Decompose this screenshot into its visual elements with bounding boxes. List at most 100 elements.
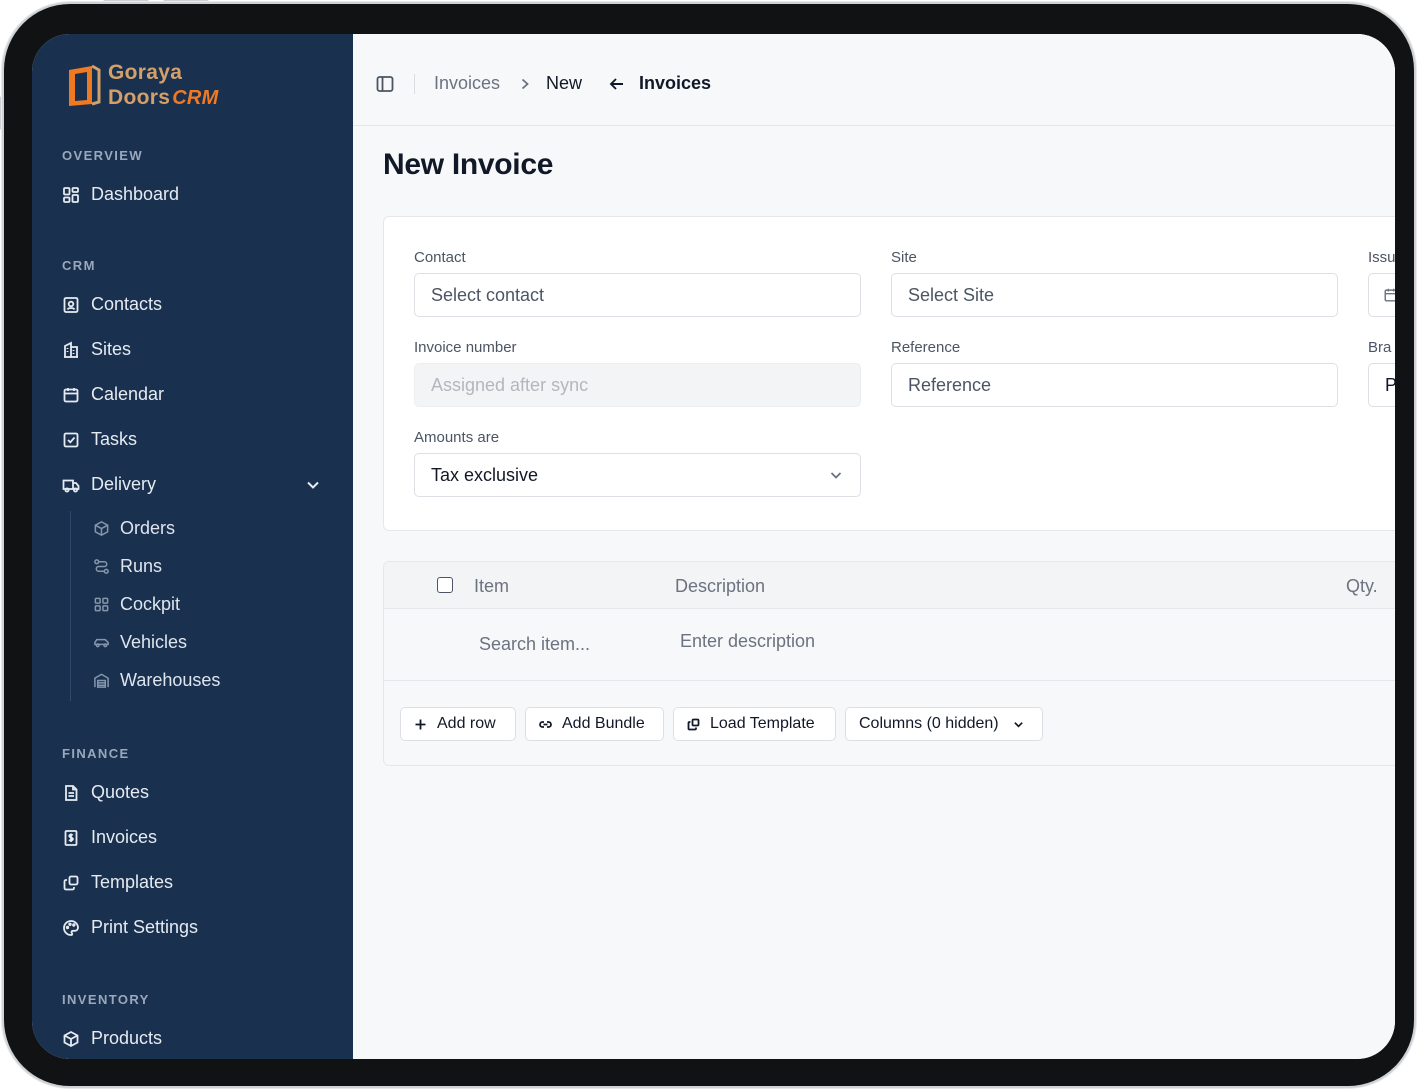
amounts-are-label: Amounts are [414,429,500,446]
columns-dropdown-button[interactable]: Columns (0 hidden) [845,707,1043,741]
sidebar-item-contacts[interactable]: Contacts [62,294,162,315]
sidebar-label-vehicles: Vehicles [120,632,188,652]
site-select[interactable]: Select Site [891,273,1338,317]
screen: Goraya Doors CRM OVERVIEW Dashboard CRM C… [32,34,1395,1059]
logo-line2: Doors [108,86,171,109]
sidebar-item-vehicles[interactable]: Vehicles [93,632,187,653]
calendar-icon [63,387,79,402]
contact-select[interactable]: Select contact [414,273,861,317]
table-row: Search item... Enter description [384,609,1395,681]
add-bundle-button[interactable]: Add Bundle [525,707,664,741]
add-bundle-label: Add Bundle [562,715,645,732]
issue-date-input[interactable] [1368,273,1395,317]
sidebar-item-invoices[interactable]: Invoices [62,827,157,848]
branch-label: Bra [1368,339,1392,356]
sidebar-label-runs: Runs [120,556,163,576]
palette-icon [63,919,79,936]
invoice-details-card: Contact Select contact Site Select Site … [383,216,1395,531]
sidebar-label-contacts: Contacts [91,294,163,314]
load-template-label: Load Template [710,715,815,732]
breadcrumb-new: New [546,73,583,93]
reference-label: Reference [891,339,961,356]
door-logo-icon [69,64,101,106]
reference-input[interactable]: Reference [891,363,1338,407]
sidebar-toggle-icon[interactable] [376,75,394,93]
link-icon [539,720,552,728]
select-all-checkbox[interactable] [437,577,453,593]
page-title: New Invoice [383,148,554,181]
truck-icon [62,479,80,492]
column-header-description: Description [675,576,766,596]
chevron-down-icon[interactable] [306,478,320,492]
car-icon [94,638,109,648]
chevron-right-icon [521,78,529,90]
sidebar-label-cockpit: Cockpit [120,594,181,614]
sidebar-item-products[interactable]: Products [62,1028,162,1049]
item-search-input[interactable]: Search item... [479,634,590,655]
sidebar-item-quotes[interactable]: Quotes [62,782,149,803]
branch-select[interactable]: P [1368,363,1395,407]
box-icon [63,1030,79,1047]
sidebar-item-cockpit[interactable]: Cockpit [93,594,180,615]
tablet-frame: Goraya Doors CRM OVERVIEW Dashboard CRM C… [4,4,1414,1086]
section-overview: OVERVIEW [62,148,144,163]
column-header-qty: Qty. [1346,576,1378,596]
warehouse-icon [94,673,109,688]
logo-crm: CRM [172,87,219,109]
section-finance: FINANCE [62,746,130,761]
sidebar-item-sites[interactable]: Sites [62,339,131,360]
sidebar-item-orders[interactable]: Orders [93,518,175,539]
amounts-are-select[interactable]: Tax exclusive [414,453,861,497]
topbar-divider [414,74,415,94]
topbar: Invoices New Invoices [353,34,1395,126]
sidebar-item-delivery[interactable]: Delivery [62,474,156,495]
description-input[interactable]: Enter description [680,631,815,652]
grid-icon [94,597,109,612]
arrow-left-icon[interactable] [609,77,625,91]
sidebar-label-print-settings: Print Settings [91,917,199,937]
submenu-rail [70,511,71,701]
breadcrumb-invoices[interactable]: Invoices [434,73,500,94]
chevron-down-icon [830,472,842,479]
app-logo[interactable]: Goraya Doors CRM [66,60,219,111]
sidebar: Goraya Doors CRM OVERVIEW Dashboard CRM C… [32,34,353,1059]
checkbox-task-icon [63,432,79,447]
column-header-item: Item [474,576,510,596]
back-to-invoices-link[interactable]: Invoices [639,73,711,94]
load-template-button[interactable]: Load Template [673,707,836,741]
package-icon [94,521,109,536]
section-inventory: INVENTORY [62,992,150,1007]
sidebar-label-delivery: Delivery [91,474,157,494]
line-items-table: Item Description Qty. Search item... Ent… [383,561,1395,766]
sidebar-item-calendar[interactable]: Calendar [62,384,164,405]
logo-line1: Goraya [108,61,183,84]
sidebar-label-warehouses: Warehouses [120,670,221,690]
amounts-are-value: Tax exclusive [431,465,539,485]
building-icon [64,341,78,358]
sidebar-label-invoices: Invoices [91,827,158,847]
columns-label: Columns (0 hidden) [859,715,999,732]
sidebar-item-warehouses[interactable]: Warehouses [93,670,220,691]
sidebar-label-templates: Templates [91,872,174,892]
route-icon [94,559,109,574]
invoice-number-field: Assigned after sync [414,363,861,407]
receipt-dollar-icon [64,829,78,846]
sidebar-item-templates[interactable]: Templates [62,872,173,893]
sidebar-label-quotes: Quotes [91,782,150,802]
plus-icon [415,719,426,729]
chevron-down-icon [1013,721,1023,728]
invoice-number-label: Invoice number [414,339,517,356]
document-icon [65,784,78,801]
table-header: Item Description Qty. [384,562,1395,609]
section-crm: CRM [62,258,96,273]
sidebar-item-tasks[interactable]: Tasks [62,429,137,450]
sidebar-label-calendar: Calendar [91,384,165,404]
sidebar-item-dashboard[interactable]: Dashboard [62,184,179,205]
issue-date-label: Issu [1368,249,1395,266]
sidebar-label-tasks: Tasks [91,429,138,449]
sidebar-item-runs[interactable]: Runs [93,556,162,577]
sidebar-label-sites: Sites [91,339,132,359]
add-row-button[interactable]: Add row [400,707,516,741]
sidebar-item-print-settings[interactable]: Print Settings [62,917,198,938]
add-row-label: Add row [437,715,496,732]
